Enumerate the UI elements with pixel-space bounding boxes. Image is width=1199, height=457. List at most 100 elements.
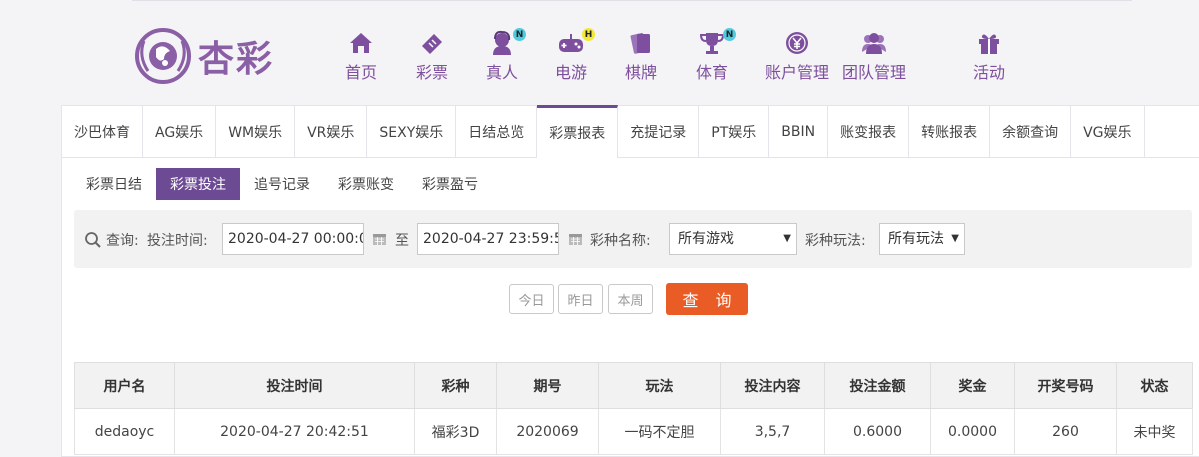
nav-item-home[interactable]: 首页 [345, 30, 377, 83]
col-period: 期号 [496, 362, 599, 409]
tab-deposit-withdraw[interactable]: 充提记录 [618, 106, 700, 158]
game-name-label: 彩种名称: [590, 233, 651, 249]
today-button[interactable]: 今日 [509, 284, 554, 314]
logo-emblem-icon [135, 28, 191, 84]
col-lottery: 彩种 [414, 362, 497, 409]
col-bet-amount: 投注金额 [824, 362, 931, 409]
dropdown-arrow-icon: ▼ [951, 233, 959, 244]
logo-text: 杏彩 [198, 39, 275, 80]
col-status: 状态 [1116, 362, 1193, 409]
gamepad-icon [559, 34, 583, 52]
cell-status: 未中奖 [1116, 408, 1193, 455]
calendar-icon[interactable] [568, 231, 583, 246]
cell-bet-time: 2020-04-27 20:42:51 [174, 408, 415, 455]
yen-coin-icon [786, 32, 808, 54]
subtab-lottery-bets[interactable]: 彩票投注 [156, 168, 240, 200]
tab-wm[interactable]: WM娱乐 [216, 106, 296, 158]
trophy-icon [699, 33, 725, 54]
live-dealer-icon [493, 30, 511, 55]
lottery-ticket-icon [422, 34, 442, 54]
nav-label: 电游 [555, 63, 588, 82]
col-play-type: 玩法 [598, 362, 721, 409]
tab-vr[interactable]: VR娱乐 [295, 106, 368, 158]
nav-label: 首页 [345, 63, 378, 82]
end-time-input[interactable]: 2020-04-27 23:59:59 [417, 223, 559, 255]
subtab-lottery-daily[interactable]: 彩票日结 [72, 168, 156, 200]
game-name-value: 所有游戏 [678, 231, 734, 247]
cell-bet-amount: 0.6000 [824, 408, 931, 455]
tab-daily-overview[interactable]: 日结总览 [456, 106, 538, 158]
cell-draw-number: 260 [1014, 408, 1117, 455]
cell-lottery: 福彩3D [414, 408, 497, 455]
nav-label: 活动 [973, 63, 1006, 82]
top-divider [132, 0, 1132, 1]
query-label: 查询: [106, 233, 139, 249]
live-dealer-icon-wrap: N [488, 28, 526, 56]
cell-period: 2020069 [496, 408, 599, 455]
yesterday-button[interactable]: 昨日 [558, 284, 603, 314]
cell-bet-content: 3,5,7 [720, 408, 825, 455]
report-tabs: 沙巴体育 AG娱乐 WM娱乐 VR娱乐 SEXY娱乐 日结总览 彩票报表 充提记… [62, 105, 1199, 158]
lottery-subtabs: 彩票日结 彩票投注 追号记录 彩票账变 彩票盈亏 [72, 168, 492, 200]
col-username: 用户名 [74, 362, 175, 409]
query-form: 查询: 投注时间: 2020-04-27 00:00:00 至 2020-04-… [74, 210, 1192, 268]
nav-label: 真人 [486, 63, 519, 82]
brand-logo[interactable]: 杏彩 [134, 26, 274, 86]
nav-label: 棋牌 [625, 63, 658, 82]
gamepad-icon-wrap: H [557, 28, 595, 56]
trophy-icon-wrap: N [698, 28, 736, 56]
cell-play-type: 一码不定胆 [598, 408, 721, 455]
new-badge: N [513, 28, 526, 41]
col-bet-content: 投注内容 [720, 362, 825, 409]
play-type-select[interactable]: 所有玩法 ▼ [879, 223, 965, 255]
cell-username: dedaoyc [74, 408, 175, 455]
cards-icon [630, 33, 650, 54]
subtab-chase-records[interactable]: 追号记录 [240, 168, 324, 200]
nav-label: 账户管理 [765, 63, 830, 82]
this-week-button[interactable]: 本周 [608, 284, 653, 314]
search-button[interactable]: 查 询 [666, 283, 748, 315]
nav-label: 体育 [696, 63, 729, 82]
home-icon [350, 33, 372, 53]
tab-sexy[interactable]: SEXY娱乐 [367, 106, 457, 158]
nav-item-sports[interactable]: N 体育 [696, 28, 736, 83]
table-row[interactable]: dedaoyc 2020-04-27 20:42:51 福彩3D 2020069… [74, 408, 1193, 455]
nav-item-team[interactable]: 团队管理 [842, 30, 906, 83]
subtab-lottery-profit-loss[interactable]: 彩票盈亏 [408, 168, 492, 200]
tab-vg[interactable]: VG娱乐 [1071, 106, 1145, 158]
tab-saba-sports[interactable]: 沙巴体育 [62, 106, 143, 158]
play-type-label: 彩种玩法: [805, 233, 866, 249]
bet-time-label: 投注时间: [147, 233, 208, 249]
subtab-lottery-account-change[interactable]: 彩票账变 [324, 168, 408, 200]
calendar-icon[interactable] [372, 231, 387, 246]
col-draw-number: 开奖号码 [1014, 362, 1117, 409]
tab-lottery-report[interactable]: 彩票报表 [537, 105, 619, 158]
table-header-row: 用户名 投注时间 彩种 期号 玩法 投注内容 投注金额 奖金 开奖号码 状态 [74, 362, 1193, 409]
tab-balance-query[interactable]: 余额查询 [990, 106, 1072, 158]
tab-account-change[interactable]: 账变报表 [828, 106, 910, 158]
nav-item-account[interactable]: 账户管理 [765, 30, 829, 83]
nav-label: 彩票 [416, 63, 449, 82]
bets-table: 用户名 投注时间 彩种 期号 玩法 投注内容 投注金额 奖金 开奖号码 状态 d… [74, 362, 1193, 455]
tab-pt[interactable]: PT娱乐 [699, 106, 770, 158]
nav-item-lottery[interactable]: 彩票 [416, 30, 448, 83]
hot-badge: H [582, 28, 595, 41]
report-panel: 沙巴体育 AG娱乐 WM娱乐 VR娱乐 SEXY娱乐 日结总览 彩票报表 充提记… [61, 105, 1199, 457]
nav-item-electronic[interactable]: H 电游 [555, 28, 595, 83]
new-badge: N [723, 28, 736, 41]
to-label: 至 [395, 233, 409, 249]
nav-item-live[interactable]: N 真人 [486, 28, 526, 83]
tab-ag[interactable]: AG娱乐 [143, 106, 217, 158]
gift-icon [979, 34, 999, 54]
tab-transfer-report[interactable]: 转账报表 [909, 106, 991, 158]
search-icon [85, 232, 101, 248]
team-icon [862, 33, 886, 54]
cell-prize: 0.0000 [930, 408, 1015, 455]
tab-bbin[interactable]: BBIN [769, 106, 829, 158]
nav-item-chess[interactable]: 棋牌 [625, 30, 657, 83]
start-time-input[interactable]: 2020-04-27 00:00:00 [222, 223, 364, 255]
nav-item-events[interactable]: 活动 [973, 30, 1005, 83]
game-name-select[interactable]: 所有游戏 ▼ [669, 223, 797, 255]
col-prize: 奖金 [930, 362, 1015, 409]
col-bet-time: 投注时间 [174, 362, 415, 409]
